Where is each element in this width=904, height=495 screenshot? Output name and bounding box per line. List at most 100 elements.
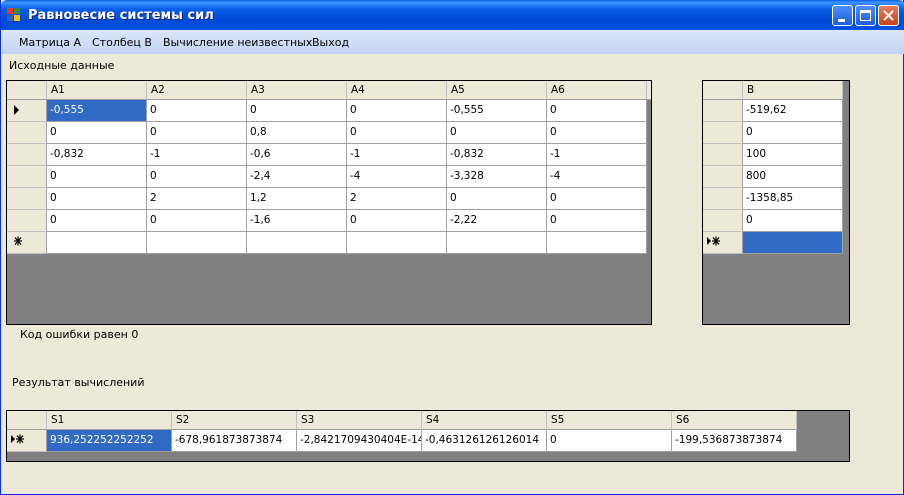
source-data-label: Исходные данные	[9, 59, 115, 72]
matrix-a-cell[interactable]: 0	[47, 188, 147, 210]
matrix-a-cell[interactable]: 0	[147, 166, 247, 188]
vector-b-new-cell[interactable]	[743, 232, 843, 254]
column-header-a5[interactable]: A5	[447, 81, 547, 100]
column-header-a3[interactable]: A3	[247, 81, 347, 100]
matrix-a-cell[interactable]: 2	[147, 188, 247, 210]
new-row-header[interactable]	[703, 232, 743, 254]
matrix-a-cell[interactable]: -2,4	[247, 166, 347, 188]
vector-b-cell[interactable]: 0	[743, 122, 843, 144]
matrix-a-cell[interactable]: 0,8	[247, 122, 347, 144]
matrix-a-new-cell[interactable]	[547, 232, 647, 254]
row-header[interactable]	[7, 144, 47, 166]
column-header-a4[interactable]: A4	[347, 81, 447, 100]
row-header[interactable]	[703, 144, 743, 166]
matrix-a-cell[interactable]: 0	[447, 122, 547, 144]
matrix-a-cell[interactable]: -1	[147, 144, 247, 166]
matrix-a-cell[interactable]: 0	[247, 100, 347, 122]
matrix-a-cell[interactable]: 0	[547, 100, 647, 122]
matrix-a-cell[interactable]: 0	[347, 210, 447, 232]
row-header[interactable]	[7, 188, 47, 210]
matrix-a-cell[interactable]: 1,2	[247, 188, 347, 210]
close-button[interactable]	[878, 5, 899, 26]
matrix-a-cell[interactable]: -4	[547, 166, 647, 188]
matrix-a-cell[interactable]: -3,328	[447, 166, 547, 188]
column-header-s1[interactable]: S1	[47, 411, 172, 430]
title-bar[interactable]: Равновесие системы сил	[1, 0, 904, 30]
row-header[interactable]	[7, 122, 47, 144]
matrix-a-cell[interactable]: 0	[147, 210, 247, 232]
column-header-s2[interactable]: S2	[172, 411, 297, 430]
matrix-a-grid[interactable]: A1 A2 A3 A4 A5 A6 -0,555 0 0 0 -0,555 0 0 0 0,8 0 0 0 -0,8…	[6, 80, 652, 325]
menu-compute-unknowns[interactable]: Вычисление неизвестных	[163, 36, 312, 49]
matrix-a-new-cell[interactable]	[347, 232, 447, 254]
result-cell[interactable]: -2,8421709430404E-14	[297, 430, 422, 452]
matrix-a-cell[interactable]: -0,555	[47, 100, 147, 122]
column-header-s6[interactable]: S6	[672, 411, 797, 430]
column-header-b[interactable]: B	[743, 81, 843, 100]
result-cell[interactable]: 936,252252252252	[47, 430, 172, 452]
new-row-header[interactable]	[7, 232, 47, 254]
matrix-a-cell[interactable]: -2,22	[447, 210, 547, 232]
row-header[interactable]	[703, 166, 743, 188]
matrix-a-cell[interactable]: -1	[547, 144, 647, 166]
column-header-a6[interactable]: A6	[547, 81, 647, 100]
row-header[interactable]	[7, 166, 47, 188]
row-header[interactable]	[703, 188, 743, 210]
matrix-a-cell[interactable]: -4	[347, 166, 447, 188]
matrix-a-new-cell[interactable]	[147, 232, 247, 254]
vector-b-cell[interactable]: 100	[743, 144, 843, 166]
matrix-a-cell[interactable]: -0,6	[247, 144, 347, 166]
matrix-a-cell[interactable]: 2	[347, 188, 447, 210]
header-filler	[647, 81, 651, 100]
vector-b-cell[interactable]: -519,62	[743, 100, 843, 122]
row-header[interactable]	[7, 100, 47, 122]
row-header[interactable]	[703, 122, 743, 144]
matrix-a-cell[interactable]: 0	[547, 122, 647, 144]
column-header-a1[interactable]: A1	[47, 81, 147, 100]
matrix-a-cell[interactable]: -1	[347, 144, 447, 166]
app-icon	[7, 8, 21, 22]
vector-b-grid[interactable]: B -519,62 0 100 800 -1358,85 0	[702, 80, 850, 325]
row-header[interactable]	[7, 210, 47, 232]
matrix-a-cell[interactable]: 0	[447, 188, 547, 210]
row-header[interactable]	[703, 210, 743, 232]
minimize-button[interactable]	[832, 5, 853, 26]
matrix-a-cell[interactable]: -1,6	[247, 210, 347, 232]
new-row-header[interactable]	[7, 430, 47, 452]
row-header[interactable]	[703, 100, 743, 122]
result-grid[interactable]: S1 S2 S3 S4 S5 S6 936,252252252252 -678,9618738…	[6, 410, 850, 462]
menu-exit[interactable]: Выход	[312, 36, 349, 49]
column-header-s5[interactable]: S5	[547, 411, 672, 430]
result-cell[interactable]: 0	[547, 430, 672, 452]
maximize-icon	[860, 10, 871, 21]
matrix-a-new-cell[interactable]	[447, 232, 547, 254]
vector-b-cell[interactable]: 800	[743, 166, 843, 188]
matrix-a-cell[interactable]: 0	[547, 188, 647, 210]
matrix-a-cell[interactable]: 0	[147, 122, 247, 144]
matrix-a-cell[interactable]: 0	[547, 210, 647, 232]
new-row-icon	[707, 236, 720, 246]
result-cell[interactable]: -199,536873873874	[672, 430, 797, 452]
matrix-a-cell[interactable]: 0	[147, 100, 247, 122]
matrix-a-cell[interactable]: -0,555	[447, 100, 547, 122]
matrix-a-cell[interactable]: 0	[47, 166, 147, 188]
column-header-s4[interactable]: S4	[422, 411, 547, 430]
matrix-a-cell[interactable]: -0,832	[447, 144, 547, 166]
matrix-a-cell[interactable]: 0	[47, 122, 147, 144]
matrix-a-cell[interactable]: 0	[347, 122, 447, 144]
column-header-a2[interactable]: A2	[147, 81, 247, 100]
result-cell[interactable]: -678,961873873874	[172, 430, 297, 452]
matrix-a-new-cell[interactable]	[247, 232, 347, 254]
maximize-button[interactable]	[855, 5, 876, 26]
vector-b-cell[interactable]: 0	[743, 210, 843, 232]
menu-matrix-a[interactable]: Матрица А	[19, 36, 81, 49]
matrix-a-cell[interactable]: -0,832	[47, 144, 147, 166]
matrix-a-cell[interactable]: 0	[347, 100, 447, 122]
vector-b-cell[interactable]: -1358,85	[743, 188, 843, 210]
column-header-s3[interactable]: S3	[297, 411, 422, 430]
result-cell[interactable]: -0,463126126126014	[422, 430, 547, 452]
menu-column-b[interactable]: Столбец В	[92, 36, 152, 49]
matrix-a-cell[interactable]: 0	[47, 210, 147, 232]
matrix-a-new-cell[interactable]	[47, 232, 147, 254]
result-label: Результат вычислений	[12, 376, 145, 389]
